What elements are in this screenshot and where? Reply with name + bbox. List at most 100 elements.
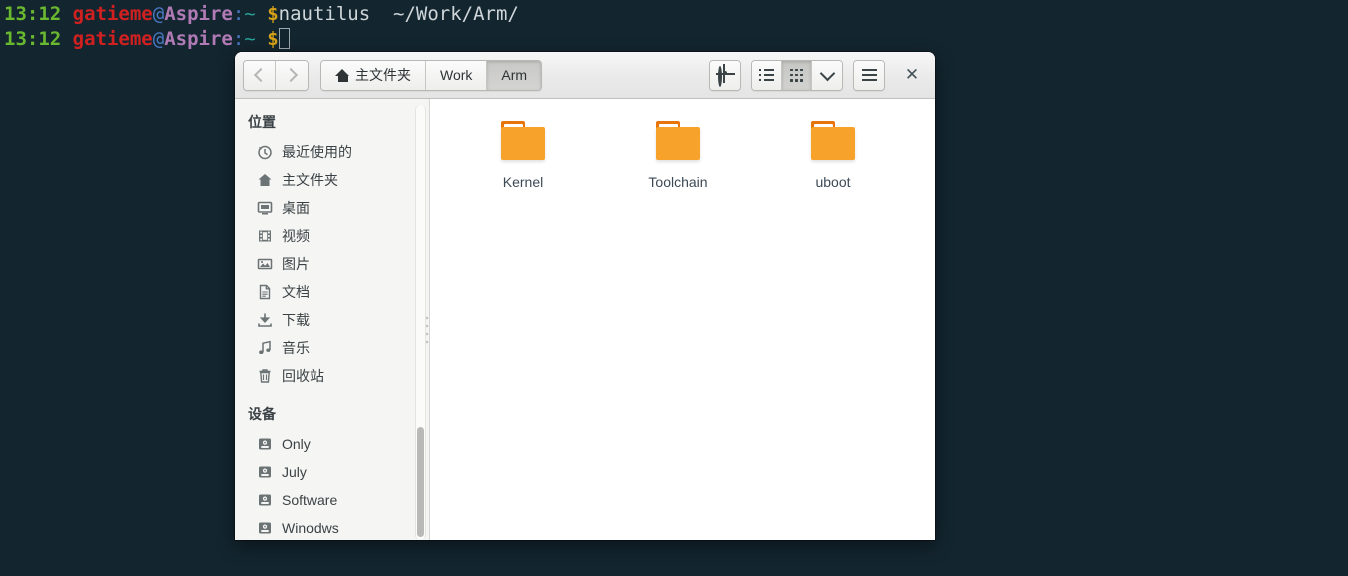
drive-icon <box>257 436 273 452</box>
prompt-time: 13:12 <box>4 28 62 50</box>
drive-icon <box>257 492 273 508</box>
prompt-colon: : <box>232 3 245 25</box>
folder-icon <box>809 121 857 165</box>
file-label: Kernel <box>502 174 544 190</box>
grid-view-icon <box>790 68 803 82</box>
sidebar-scrollbar[interactable] <box>415 105 426 540</box>
grid-view-button[interactable] <box>782 60 812 90</box>
window-headerbar: 主文件夹 Work Arm ✕ <box>235 52 935 99</box>
sidebar-item-july[interactable]: July <box>235 458 429 486</box>
prompt-host: Aspire <box>164 28 233 50</box>
breadcrumb-label: Work <box>440 67 473 83</box>
terminal-command: nautilus <box>278 3 371 25</box>
sidebar-item-pictures[interactable]: 图片 <box>235 250 429 278</box>
sidebar-item-label: 视频 <box>282 228 310 244</box>
sidebar-item-home[interactable]: 主文件夹 <box>235 166 429 194</box>
prompt-cwd: ~ <box>244 3 256 25</box>
sidebar-scrollbar-thumb[interactable] <box>417 427 424 537</box>
menu-button-group <box>853 59 885 91</box>
prompt-dollar: $ <box>267 3 279 25</box>
file-list-area[interactable]: Kernel Toolchain uboot <box>430 99 935 540</box>
chevron-down-icon <box>819 65 835 81</box>
header-toolbar: ✕ <box>709 59 927 91</box>
view-mode-group <box>751 59 843 91</box>
sidebar-item-label: 下载 <box>282 312 310 328</box>
location-button-group <box>709 59 741 91</box>
sidebar-item-software[interactable]: Software <box>235 486 429 514</box>
breadcrumb-label: 主文件夹 <box>355 67 411 83</box>
list-view-button[interactable] <box>752 60 782 90</box>
folder-icon <box>654 121 702 165</box>
breadcrumb-item-arm[interactable]: Arm <box>487 60 542 90</box>
sidebar-section-devices-header: 设备 <box>248 406 276 422</box>
breadcrumb: 主文件夹 Work Arm <box>320 59 543 91</box>
prompt-user: gatieme <box>72 3 153 25</box>
home-icon <box>335 68 350 82</box>
picture-icon <box>257 256 273 272</box>
sidebar-item-label: 主文件夹 <box>282 172 338 188</box>
sidebar-item-label: 最近使用的 <box>282 144 352 160</box>
hamburger-menu-icon <box>861 69 877 81</box>
close-button[interactable]: ✕ <box>897 60 927 90</box>
sidebar-item-videos[interactable]: 视频 <box>235 222 429 250</box>
sidebar-section-places-header: 位置 <box>248 114 276 130</box>
sidebar-item-label: 桌面 <box>282 200 310 216</box>
navigation-buttons <box>243 59 309 91</box>
terminal-cursor <box>278 28 290 49</box>
sidebar-item-only[interactable]: Only <box>235 430 429 458</box>
prompt-cwd: ~ <box>244 28 256 50</box>
sidebar-item-label: Only <box>282 436 311 452</box>
folder-icon <box>499 121 547 165</box>
terminal-line-1: 13:12 gatieme@Aspire:~ $nautilus ~/Work/… <box>4 2 519 27</box>
prompt-dollar: $ <box>267 28 279 50</box>
document-icon <box>257 284 273 300</box>
chevron-right-icon <box>283 67 298 83</box>
sidebar-item-label: 文档 <box>282 284 310 300</box>
download-icon <box>257 312 273 328</box>
close-icon: ✕ <box>904 65 920 84</box>
prompt-user: gatieme <box>72 28 153 50</box>
prompt-time: 13:12 <box>4 3 62 25</box>
sidebar-item-label: 回收站 <box>282 368 324 384</box>
prompt-at: @ <box>152 3 165 25</box>
desktop-icon <box>257 200 273 216</box>
sidebar-item-music[interactable]: 音乐 <box>235 334 429 362</box>
clock-icon <box>257 144 273 160</box>
icon-view-container: Kernel Toolchain uboot <box>430 115 935 190</box>
music-icon <box>257 340 273 356</box>
breadcrumb-item-home[interactable]: 主文件夹 <box>321 60 426 90</box>
sidebar-item-label: 音乐 <box>282 340 310 356</box>
file-label: Toolchain <box>648 174 708 190</box>
sidebar-item-label: 图片 <box>282 256 310 272</box>
hamburger-menu-button[interactable] <box>854 60 884 90</box>
breadcrumb-label: Arm <box>501 67 528 83</box>
sidebar-item-recent[interactable]: 最近使用的 <box>235 138 429 166</box>
sidebar-item-documents[interactable]: 文档 <box>235 278 429 306</box>
sidebar-item-downloads[interactable]: 下载 <box>235 306 429 334</box>
forward-button[interactable] <box>276 60 308 90</box>
location-button[interactable] <box>710 60 740 90</box>
home-icon <box>257 172 273 188</box>
trash-icon <box>257 368 273 384</box>
view-options-button[interactable] <box>812 60 842 90</box>
prompt-colon: : <box>232 28 245 50</box>
prompt-host: Aspire <box>164 3 233 25</box>
sidebar-item-label: Winodws <box>282 520 339 536</box>
sidebar-content: 位置 最近使用的 主文件夹 桌面 视频 图片 文档 下载 音乐 回收站 设备 O… <box>235 99 429 540</box>
file-item-kernel[interactable]: Kernel <box>462 115 584 190</box>
breadcrumb-item-work[interactable]: Work <box>426 60 488 90</box>
sidebar: 位置 最近使用的 主文件夹 桌面 视频 图片 文档 下载 音乐 回收站 设备 O… <box>235 99 430 540</box>
list-view-icon <box>759 69 774 81</box>
sidebar-item-winodws[interactable]: Winodws <box>235 514 429 540</box>
terminal-line-2[interactable]: 13:12 gatieme@Aspire:~ $ <box>4 27 290 52</box>
back-button[interactable] <box>244 60 276 90</box>
drive-icon <box>257 464 273 480</box>
video-icon <box>257 228 273 244</box>
sidebar-item-desktop[interactable]: 桌面 <box>235 194 429 222</box>
sidebar-item-trash[interactable]: 回收站 <box>235 362 429 390</box>
file-manager-window: 主文件夹 Work Arm ✕ 位置 最近使用的 主文件夹 桌面 视频 图片 文… <box>235 52 935 540</box>
file-label: uboot <box>815 174 851 190</box>
file-item-toolchain[interactable]: Toolchain <box>617 115 739 190</box>
sidebar-item-label: Software <box>282 492 338 508</box>
file-item-uboot[interactable]: uboot <box>772 115 894 190</box>
